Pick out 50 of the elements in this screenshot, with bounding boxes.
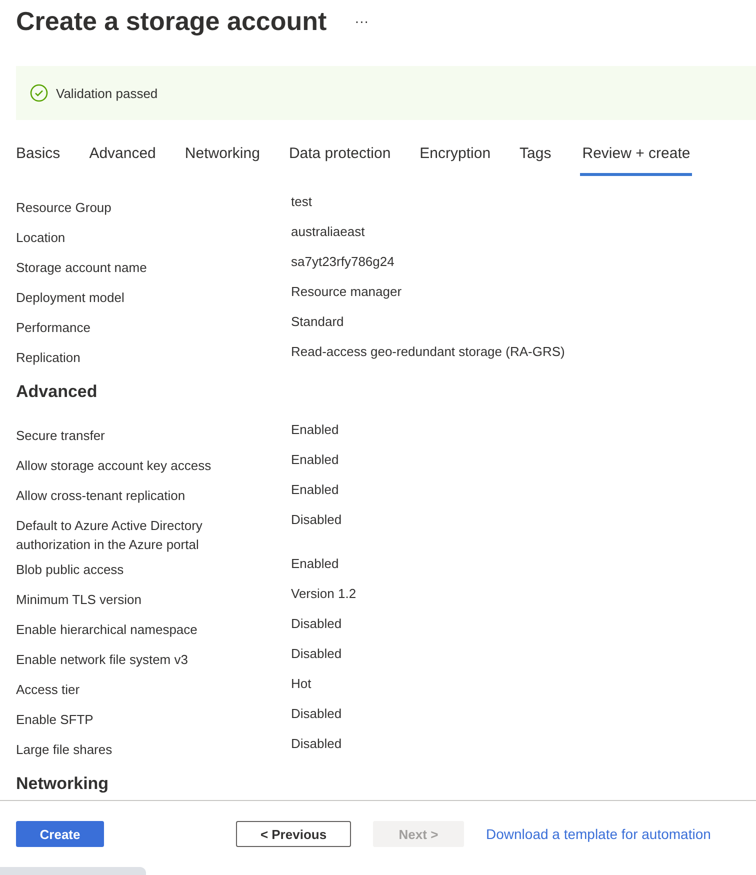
success-check-icon [30,84,48,102]
field-label: Replication [16,349,82,367]
create-button[interactable]: Create [16,821,104,847]
field-label: Enable SFTP [16,711,94,729]
field-label: Performance [16,319,92,337]
field-value: Read-access geo-redundant storage (RA-GRS) [291,343,566,361]
field-label: Storage account name [16,259,148,277]
field-label: Access tier [16,681,81,699]
field-value: Resource manager [291,283,403,301]
field-value: Disabled [291,705,343,723]
field-value: sa7yt23rfy786g24 [291,253,396,271]
tab[interactable]: Review + create [580,130,692,176]
section-heading: Networking [16,774,110,794]
tab[interactable]: Advanced [89,130,156,176]
tab[interactable]: Data protection [288,130,391,176]
field-value: Standard [291,313,345,331]
tab[interactable]: Encryption [420,130,491,176]
field-label: Blob public access [16,561,125,579]
tab[interactable]: Networking [184,130,260,176]
field-label: Enable network file system v3 [16,651,189,669]
field-label: Secure transfer [16,427,106,445]
field-label: Enable hierarchical namespace [16,621,198,639]
field-value: Enabled [291,451,340,469]
field-label: Minimum TLS version [16,591,142,609]
field-value: Enabled [291,421,340,439]
tab[interactable]: Tags [520,130,552,176]
field-value: australiaeast [291,223,366,241]
field-label: Deployment model [16,289,126,307]
field-value: Disabled [291,615,343,633]
field-value: Version 1.2 [291,585,358,603]
more-options-button[interactable]: ··· [354,13,369,29]
field-label: Default to Azure Active Directory authorization in the Azure portal [16,517,204,554]
field-label: Location [16,229,66,247]
field-label: Allow cross-tenant replication [16,487,186,505]
field-label: Resource Group [16,199,112,217]
field-value: Enabled [291,555,340,573]
previous-button[interactable]: < Previous [236,821,351,847]
field-value: Disabled [291,645,343,663]
tab[interactable]: Basics [16,130,60,176]
field-value: Hot [291,675,312,693]
field-value: Disabled [291,735,343,753]
field-label: Large file shares [16,741,114,759]
field-value: Enabled [291,481,340,499]
template-link[interactable]: Download a template for automation [486,826,711,842]
field-label: Allow storage account key access [16,457,212,475]
field-value: test [291,193,313,211]
section-heading: Advanced [16,382,98,402]
validation-message: Validation passed [56,86,158,100]
field-value: Disabled [291,511,343,529]
page-title: Create a storage account [16,6,327,36]
